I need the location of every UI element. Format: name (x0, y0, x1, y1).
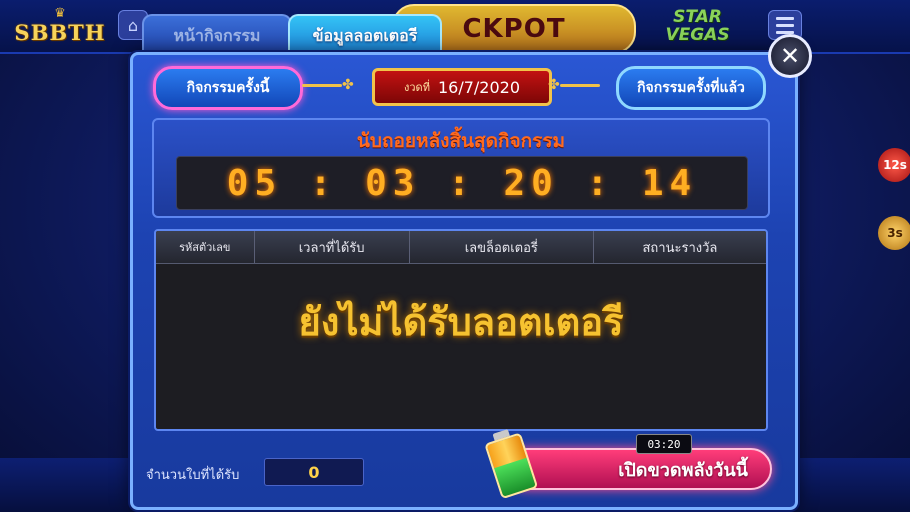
tab-lottery-info[interactable]: ข้อมูลลอตเตอรี (288, 14, 442, 56)
lottery-table: รหัสตัวเลข เวลาที่ได้รับ เลขล็อตเตอรี่ ส… (154, 229, 768, 431)
round-date-value: 16/7/2020 (437, 77, 520, 97)
ticket-count-value: 0 (264, 458, 364, 486)
round-date: งวดที่ 16/7/2020 (372, 68, 552, 106)
logo-text: SBBTH (14, 19, 106, 45)
table-header: รหัสตัวเลข เวลาที่ได้รับ เลขล็อตเตอรี่ ส… (156, 231, 766, 264)
side-timer-badge[interactable]: 3s (878, 216, 910, 250)
round-date-label: งวดที่ (404, 81, 430, 94)
column-header-code: รหัสตัวเลข (156, 231, 255, 263)
tab-activity-home[interactable]: หน้ากิจกรรม (142, 14, 292, 56)
ornament-right-icon: ✤ (548, 78, 600, 92)
sbbth-logo: ♛ SBBTH (14, 4, 106, 48)
close-icon[interactable]: ✕ (768, 34, 812, 78)
current-activity-button[interactable]: กิจกรรมครั้งนี้ (153, 66, 303, 110)
jackpot-text: CKPOT (462, 14, 566, 44)
open-timer-badge: 03:20 (636, 434, 692, 454)
ornament-left-icon: ✤ (302, 78, 354, 92)
column-header-status: สถานะรางวัล (642, 240, 718, 256)
crown-icon: ♛ (54, 5, 66, 21)
column-header-time: เวลาที่ได้รับ (255, 231, 410, 263)
countdown-panel: นับถอยหลังสิ้นสุดกิจกรรม 05 : 03 : 20 : … (152, 118, 770, 218)
star-vegas-logo: STAR VEGAS (665, 7, 730, 45)
column-header-number: เลขล็อตเตอรี่ (410, 231, 594, 263)
empty-state-message: ยังไม่ได้รับลอตเตอรี (298, 300, 624, 344)
side-timer-badge[interactable]: 12s (878, 148, 910, 182)
ticket-count-label: จำนวนใบที่ได้รับ (146, 468, 240, 483)
countdown-title: นับถอยหลังสิ้นสุดกิจกรรม (356, 130, 566, 152)
last-activity-button[interactable]: กิจกรรมครั้งที่แล้ว (616, 66, 766, 110)
countdown-timer: 05 : 03 : 20 : 14 (176, 156, 748, 210)
open-bottle-button[interactable]: เปิดขวดพลังวันนี้ (506, 448, 772, 490)
